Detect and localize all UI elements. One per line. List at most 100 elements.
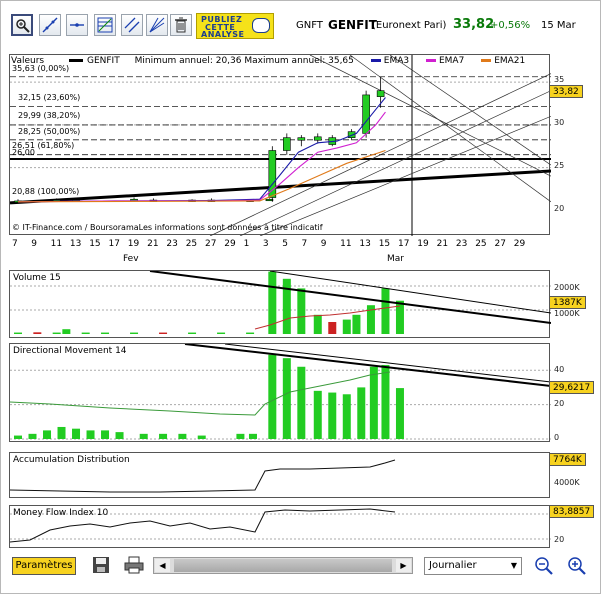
fib-level-3: 28,25 (50,00%): [18, 127, 81, 136]
volume-bar: [14, 332, 22, 334]
date-tick: 11: [340, 239, 352, 249]
zoom-out-icon[interactable]: [534, 556, 554, 576]
date-tick: 15: [89, 239, 101, 249]
dm-bar: [248, 433, 257, 439]
series-swatch: [68, 59, 83, 62]
period-select[interactable]: Journalier ▼: [424, 557, 522, 575]
month-label-mar: Mar: [387, 254, 404, 264]
ema21-label: EMA21: [494, 56, 526, 66]
publish-analysis-banner[interactable]: PUBLIEZ CETTE ANALYSE: [196, 13, 274, 39]
date-tick: 21: [436, 239, 449, 249]
directional-movement-panel[interactable]: Directional Movement 14: [9, 343, 551, 442]
date-tick: 13: [69, 239, 82, 249]
legend-series: GENFIT: [86, 56, 120, 66]
dm-bar: [342, 394, 351, 439]
trash-icon[interactable]: [170, 14, 192, 36]
trendline-tool-icon[interactable]: [39, 14, 61, 36]
price-chart-svg: [10, 55, 551, 236]
fan-tool-icon[interactable]: [146, 14, 168, 36]
price-chart-panel[interactable]: [9, 54, 551, 236]
parameters-button[interactable]: Paramètres: [12, 557, 76, 575]
volume-bar: [352, 314, 361, 334]
exchange-name: (Euronext Pari): [372, 20, 447, 31]
ema7-swatch: [425, 59, 436, 62]
volume-panel[interactable]: Volume 15: [9, 270, 551, 338]
ema21-swatch: [481, 59, 492, 62]
volume-bar: [33, 332, 42, 334]
save-icon[interactable]: [92, 556, 112, 576]
date-tick: 19: [127, 239, 140, 249]
date-tick: 29: [513, 239, 526, 249]
volume-trendline: [149, 271, 551, 324]
candle-body: [297, 137, 306, 141]
candle-body: [362, 94, 370, 134]
dm-bar: [43, 430, 52, 439]
date-tick: 17: [108, 239, 120, 249]
date-tick: 9: [320, 239, 327, 249]
dm-svg: [10, 344, 551, 440]
candle-body: [283, 137, 291, 151]
fib-level-0: 35,63 (0,00%): [12, 64, 70, 73]
volume-title: Volume 15: [13, 273, 61, 283]
dm-bar: [197, 435, 206, 439]
dm-bar: [236, 433, 245, 439]
drawn-trendline: [309, 55, 551, 177]
current-price: 33,82: [453, 17, 495, 32]
volume-bar: [159, 332, 168, 334]
mfi-tag: 83,8857: [549, 505, 595, 518]
volume-bar: [52, 332, 61, 334]
zoom-in-icon[interactable]: [567, 556, 587, 576]
fibonacci-tool-icon[interactable]: [94, 14, 116, 36]
ad-tick-4000k: 4000K: [554, 478, 580, 487]
date-tick: 3: [262, 239, 269, 249]
price-tick-25: 25: [554, 161, 565, 170]
dm-bar: [178, 433, 187, 439]
dm-trendline: [184, 344, 551, 387]
ad-title: Accumulation Distribution: [13, 455, 130, 465]
drawn-trendline: [389, 55, 551, 166]
horizontal-line-tool-icon[interactable]: [66, 14, 88, 36]
date-tick: 17: [398, 239, 410, 249]
chart-legend: Valeurs GENFIT Minimum annuel: 20,36 Max…: [11, 56, 525, 66]
dm-bar: [313, 390, 322, 439]
mfi-tick-20: 20: [554, 535, 565, 544]
date-tick: 27: [494, 239, 506, 249]
dm-bar: [381, 365, 390, 439]
price-tick-20: 20: [554, 204, 565, 213]
trend-line: [10, 169, 551, 205]
volume-bar: [81, 332, 90, 334]
parallel-lines-tool-icon[interactable]: [121, 14, 143, 36]
scroll-right-icon[interactable]: ▶: [396, 559, 411, 572]
date-tick: 15: [378, 239, 391, 249]
scroll-left-icon[interactable]: ◀: [155, 559, 170, 572]
print-icon[interactable]: [124, 556, 144, 576]
volume-bar: [101, 332, 110, 334]
ema3-label: EMA3: [383, 56, 410, 66]
money-flow-index-panel[interactable]: Money Flow Index 10: [9, 505, 551, 548]
candle-body: [265, 198, 274, 202]
dm-bar: [268, 354, 277, 439]
date-tick: 13: [359, 239, 371, 249]
zoom-tool-icon[interactable]: [11, 14, 33, 36]
volume-tag: 1387K: [549, 296, 586, 309]
volume-bar: [62, 329, 71, 334]
chart-scrollbar[interactable]: ◀ ▶: [153, 557, 413, 574]
chevron-down-icon: ▼: [510, 561, 517, 570]
scroll-thumb[interactable]: [174, 559, 392, 572]
volume-bar: [328, 322, 337, 334]
ema3-swatch: [370, 59, 381, 62]
dm-bar: [159, 433, 168, 439]
data-credit: © IT-Finance.com / BoursoramaLes informa…: [12, 223, 323, 232]
volume-bar: [395, 300, 404, 334]
dm-tick-0: 0: [554, 433, 560, 442]
fib-level-1: 32,15 (23,60%): [18, 93, 81, 102]
volume-bar: [217, 332, 226, 334]
accumulation-distribution-panel[interactable]: Accumulation Distribution: [9, 452, 550, 498]
date-tick: 7: [301, 239, 308, 249]
date-tick: 1: [243, 239, 250, 249]
dm-bar: [139, 433, 148, 439]
quote-date: 15 Mar: [541, 20, 576, 31]
dm-bar: [369, 366, 378, 439]
dm-title: Directional Movement 14: [13, 346, 127, 356]
dm-bar: [395, 388, 404, 439]
